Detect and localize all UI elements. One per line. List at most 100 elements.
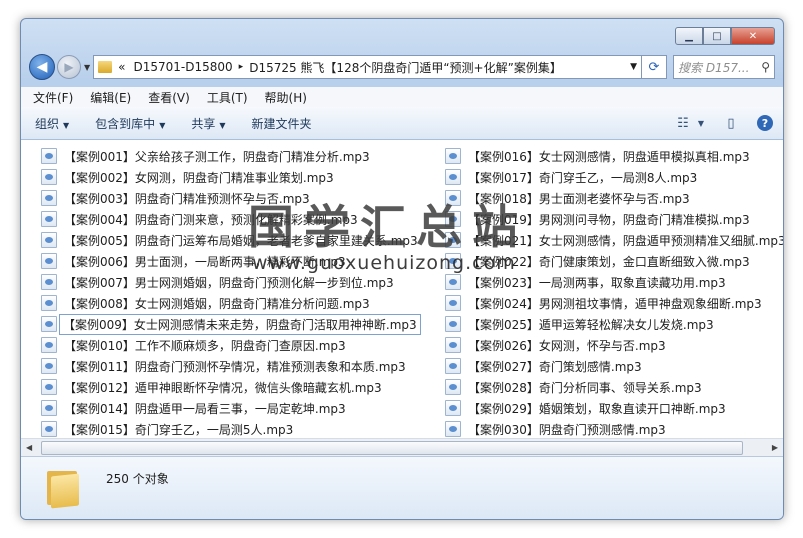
minimize-button[interactable]: ▁ <box>675 27 703 45</box>
file-item[interactable]: 【案例003】阴盘奇门精准预测怀孕与否.mp3 <box>41 188 310 208</box>
file-item[interactable]: 【案例014】阴盘遁甲一局看三事，一局定乾坤.mp3 <box>41 398 346 418</box>
folder-icon <box>47 467 81 509</box>
file-item[interactable]: 【案例030】阴盘奇门预测感情.mp3 <box>445 419 666 439</box>
file-item[interactable]: 【案例025】遁甲运筹轻松解决女儿发烧.mp3 <box>445 314 714 334</box>
audio-file-icon <box>41 400 57 416</box>
audio-file-icon <box>41 337 57 353</box>
arrow-right-icon: ▶ <box>64 60 74 74</box>
maximize-button[interactable]: □ <box>703 27 731 45</box>
audio-file-icon <box>445 337 461 353</box>
file-item[interactable]: 【案例006】男士面测，一局断两事，精彩不断.mp3 <box>41 251 346 271</box>
file-name: 【案例015】奇门穿壬乙，一局测5人.mp3 <box>64 422 294 437</box>
refresh-button[interactable]: ⟳ <box>642 55 667 79</box>
file-item[interactable]: 【案例012】遁甲神眼断怀孕情况，微信头像暗藏玄机.mp3 <box>41 377 382 397</box>
details-pane: 250 个对象 <box>21 456 783 519</box>
file-name: 【案例029】婚姻策划，取象直读开口神断.mp3 <box>468 401 726 416</box>
audio-file-icon <box>41 253 57 269</box>
file-list-area: 【案例001】父亲给孩子测工作，阴盘奇门精准分析.mp3 【案例002】女网测，阴… <box>21 140 784 456</box>
forward-button[interactable]: ▶ <box>57 55 81 79</box>
file-item[interactable]: 【案例015】奇门穿壬乙，一局测5人.mp3 <box>41 419 293 439</box>
breadcrumb-item[interactable]: D15725 熊飞【128个阴盘奇门遁甲“预测+化解”案例集】 <box>249 59 562 76</box>
share-button[interactable]: 共享 ▼ <box>191 115 225 132</box>
file-item[interactable]: 【案例008】女士网测婚姻，阴盘奇门精准分析问题.mp3 <box>41 293 370 313</box>
audio-file-icon <box>41 421 57 437</box>
file-item[interactable]: 【案例004】阴盘奇门测来意，预测化解精彩案例.mp3 <box>41 209 358 229</box>
include-library-label: 包含到库中 <box>95 116 156 131</box>
file-name: 【案例023】一局测两事，取象直读藏功用.mp3 <box>468 275 726 290</box>
include-in-library-button[interactable]: 包含到库中 ▼ <box>95 115 165 132</box>
recent-pages-dropdown[interactable]: ▼ <box>84 63 90 72</box>
menu-edit[interactable]: 编辑(E) <box>90 89 131 106</box>
breadcrumb-separator-icon[interactable]: ▸ <box>239 62 244 72</box>
search-input[interactable]: 搜索 D157... ⚲ <box>673 55 775 79</box>
scroll-thumb[interactable] <box>41 441 743 455</box>
help-button[interactable]: ? <box>757 115 773 131</box>
file-item[interactable]: 【案例002】女网测，阴盘奇门精准事业策划.mp3 <box>41 167 334 187</box>
file-item[interactable]: 【案例017】奇门穿壬乙，一局测8人.mp3 <box>445 167 697 187</box>
address-overflow[interactable]: « <box>118 60 125 74</box>
organize-button[interactable]: 组织 ▼ <box>35 115 69 132</box>
address-dropdown[interactable]: ▼ <box>626 62 637 72</box>
file-name: 【案例028】奇门分析同事、领导关系.mp3 <box>468 380 702 395</box>
audio-file-icon <box>445 295 461 311</box>
audio-file-icon <box>445 400 461 416</box>
file-name: 【案例003】阴盘奇门精准预测怀孕与否.mp3 <box>64 191 310 206</box>
file-item[interactable]: 【案例024】男网测祖坟事情，遁甲神盘观象细断.mp3 <box>445 293 762 313</box>
file-name: 【案例019】男网测问寻物，阴盘奇门精准模拟.mp3 <box>468 212 750 227</box>
preview-pane-button[interactable]: ▯ <box>723 115 739 131</box>
scroll-left-icon[interactable]: ◀ <box>26 443 32 452</box>
file-name: 【案例004】阴盘奇门测来意，预测化解精彩案例.mp3 <box>64 212 358 227</box>
audio-file-icon <box>445 190 461 206</box>
file-item[interactable]: 【案例028】奇门分析同事、领导关系.mp3 <box>445 377 702 397</box>
file-item[interactable]: 【案例009】女士网测感情未来走势，阴盘奇门活取用神神断.mp3 <box>41 313 421 335</box>
close-button[interactable]: ✕ <box>731 27 775 45</box>
audio-file-icon <box>445 274 461 290</box>
menu-tools[interactable]: 工具(T) <box>207 89 248 106</box>
file-item[interactable]: 【案例021】女士网测感情，阴盘遁甲预测精准又细腻.mp3 <box>445 230 784 250</box>
file-item[interactable]: 【案例023】一局测两事，取象直读藏功用.mp3 <box>445 272 726 292</box>
item-count: 250 个对象 <box>106 472 169 486</box>
file-item[interactable]: 【案例029】婚姻策划，取象直读开口神断.mp3 <box>445 398 726 418</box>
file-item[interactable]: 【案例005】阴盘奇门运筹布局婚姻，老者老爹自家里建关系.mp3 <box>41 230 418 250</box>
search-icon: ⚲ <box>761 60 770 74</box>
file-item[interactable]: 【案例026】女网测，怀孕与否.mp3 <box>445 335 666 355</box>
change-view-button[interactable]: ☷ <box>675 116 691 131</box>
menu-view[interactable]: 查看(V) <box>148 89 190 106</box>
menu-help[interactable]: 帮助(H) <box>265 89 307 106</box>
file-name: 【案例002】女网测，阴盘奇门精准事业策划.mp3 <box>64 170 334 185</box>
arrow-left-icon: ◀ <box>36 59 48 75</box>
scroll-right-icon[interactable]: ▶ <box>772 443 778 452</box>
horizontal-scrollbar[interactable]: ◀ ▶ <box>21 438 783 456</box>
file-item[interactable]: 【案例019】男网测问寻物，阴盘奇门精准模拟.mp3 <box>445 209 750 229</box>
file-item[interactable]: 【案例016】女士网测感情，阴盘遁甲模拟真相.mp3 <box>445 146 750 166</box>
preview-pane-icon: ▯ <box>727 115 735 131</box>
file-item[interactable]: 【案例022】奇门健康策划，金口直断细致入微.mp3 <box>445 251 750 271</box>
file-item[interactable]: 【案例018】男士面测老婆怀孕与否.mp3 <box>445 188 690 208</box>
address-bar[interactable]: « D15701-D15800 ▸ D15725 熊飞【128个阴盘奇门遁甲“预… <box>93 55 642 79</box>
audio-file-icon <box>41 169 57 185</box>
file-name: 【案例024】男网测祖坟事情，遁甲神盘观象细断.mp3 <box>468 296 762 311</box>
file-name: 【案例021】女士网测感情，阴盘遁甲预测精准又细腻.mp3 <box>468 233 784 248</box>
navigation-bar: ◀ ▶ ▼ « D15701-D15800 ▸ D15725 熊飞【128个阴盘… <box>29 53 775 81</box>
audio-file-icon <box>41 379 57 395</box>
command-bar: 组织 ▼ 包含到库中 ▼ 共享 ▼ 新建文件夹 ☷ ▼ ▯ ? <box>21 107 783 140</box>
file-item[interactable]: 【案例027】奇门策划感情.mp3 <box>445 356 642 376</box>
file-name: 【案例010】工作不顺麻烦多，阴盘奇门查原因.mp3 <box>64 338 346 353</box>
new-folder-button[interactable]: 新建文件夹 <box>252 115 312 132</box>
breadcrumb-item[interactable]: D15701-D15800 <box>134 60 233 74</box>
audio-file-icon <box>445 148 461 164</box>
menu-file[interactable]: 文件(F) <box>33 89 73 106</box>
file-item[interactable]: 【案例007】男士网测婚姻，阴盘奇门预测化解一步到位.mp3 <box>41 272 394 292</box>
file-item[interactable]: 【案例010】工作不顺麻烦多，阴盘奇门查原因.mp3 <box>41 335 346 355</box>
file-name: 【案例009】女士网测感情未来走势，阴盘奇门活取用神神断.mp3 <box>59 313 421 335</box>
file-name: 【案例022】奇门健康策划，金口直断细致入微.mp3 <box>468 254 750 269</box>
audio-file-icon <box>445 316 461 332</box>
audio-file-icon <box>41 211 57 227</box>
explorer-window: ▁ □ ✕ ◀ ▶ ▼ « D15701-D15800 ▸ D15725 熊飞【… <box>20 18 784 520</box>
back-button[interactable]: ◀ <box>29 54 55 80</box>
window-controls: ▁ □ ✕ <box>675 27 775 45</box>
file-name: 【案例001】父亲给孩子测工作，阴盘奇门精准分析.mp3 <box>64 149 370 164</box>
file-item[interactable]: 【案例001】父亲给孩子测工作，阴盘奇门精准分析.mp3 <box>41 146 370 166</box>
file-item[interactable]: 【案例011】阴盘奇门预测怀孕情况，精准预测表象和本质.mp3 <box>41 356 406 376</box>
view-dropdown[interactable]: ▼ <box>693 116 709 130</box>
